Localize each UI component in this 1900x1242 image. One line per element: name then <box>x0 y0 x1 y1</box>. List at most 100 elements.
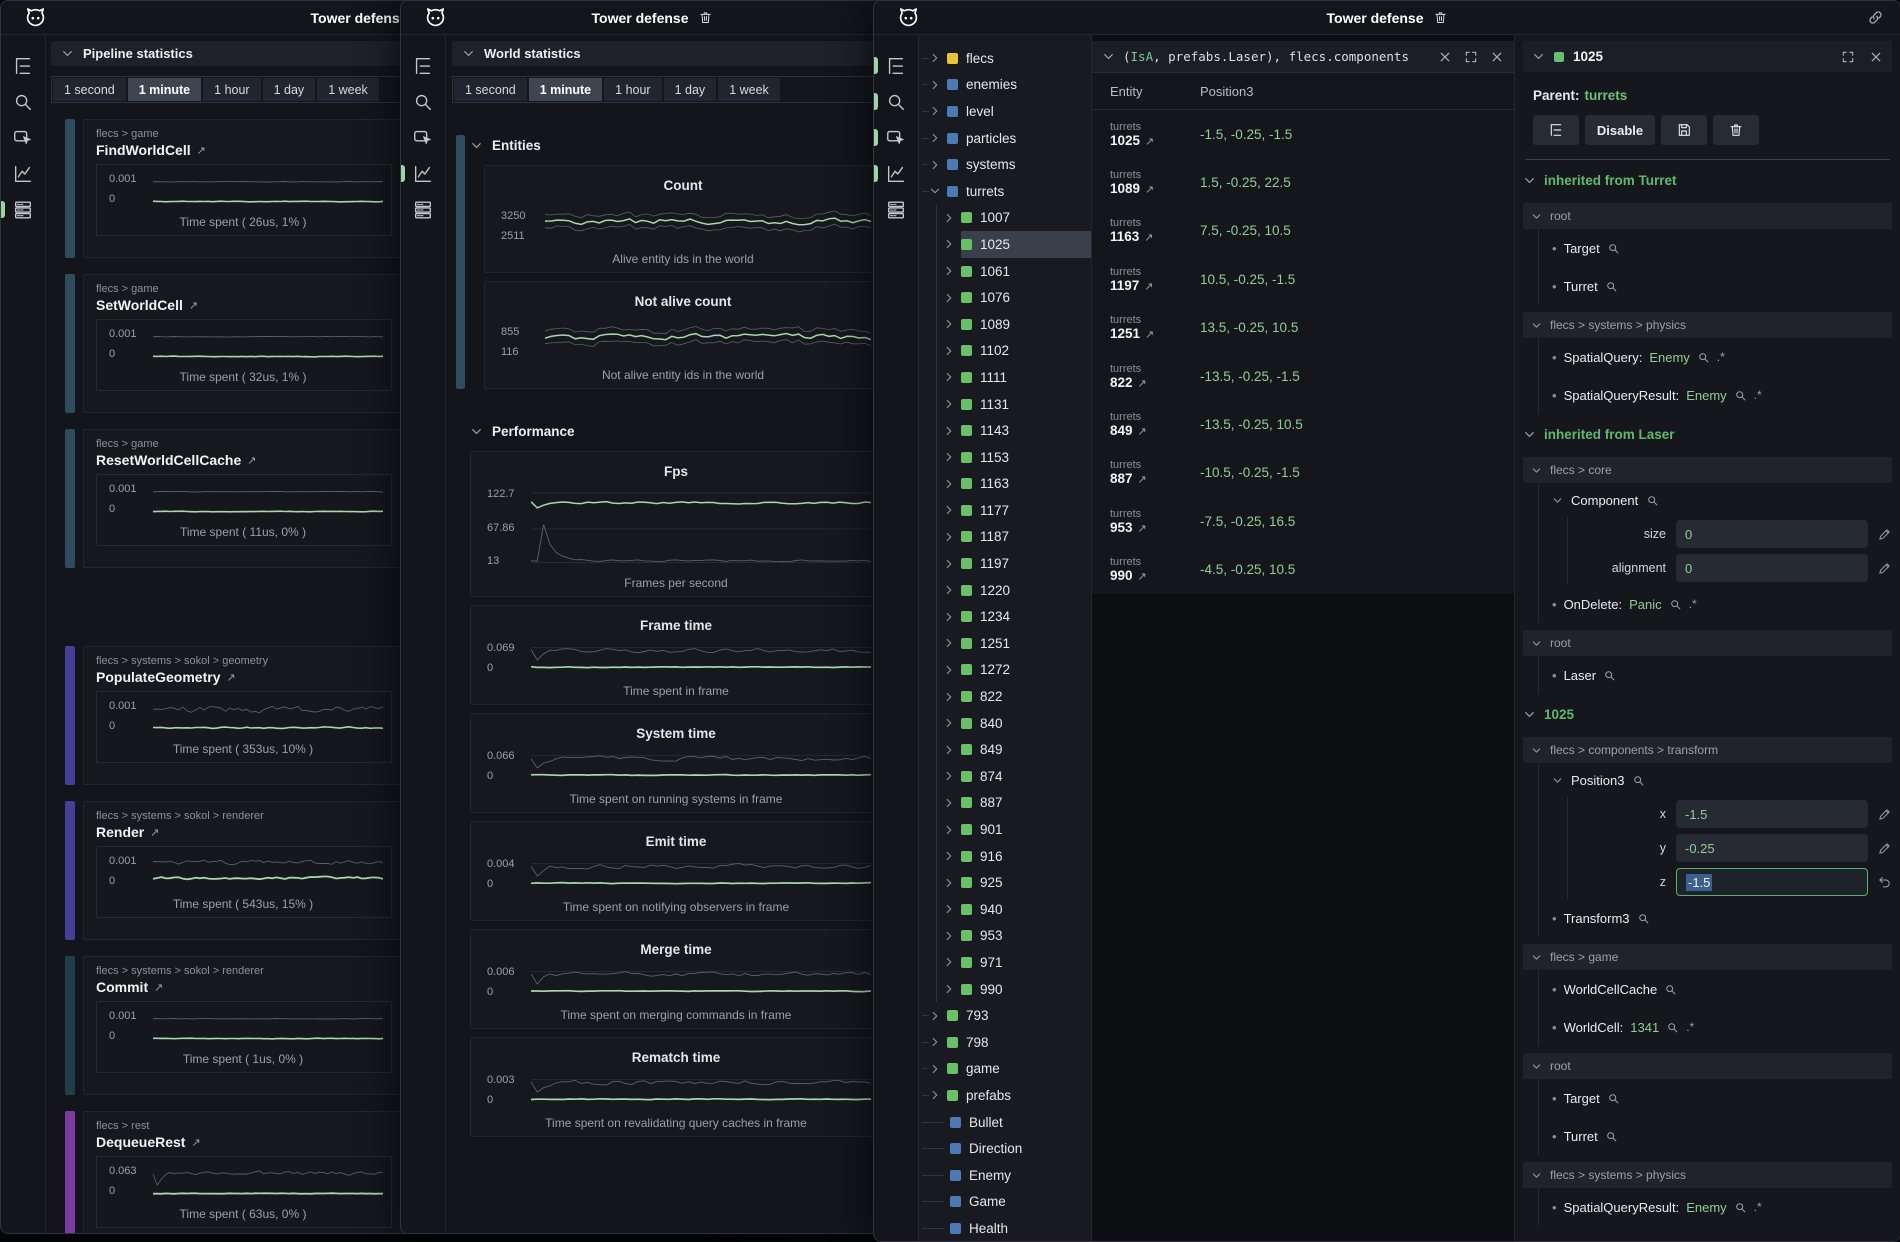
pencil-icon[interactable] <box>1877 561 1892 576</box>
query-result-row[interactable]: turrets990↗-4.5, -0.25, 10.5 <box>1092 546 1514 594</box>
expand-arrow-icon[interactable] <box>929 79 941 91</box>
component-path-bar[interactable]: flecs > systems > physics <box>1523 1162 1892 1188</box>
trash-icon[interactable] <box>1433 10 1448 25</box>
external-link-arrow[interactable]: ↗ <box>154 981 163 994</box>
component-path-bar[interactable]: root <box>1523 630 1892 656</box>
expand-arrow-icon[interactable] <box>929 1063 941 1075</box>
tree-node-1089[interactable]: 1089 <box>919 311 1091 338</box>
field-input-z[interactable]: -1.5 <box>1676 868 1868 896</box>
tree-node-Bullet[interactable]: Bullet <box>919 1109 1091 1136</box>
chevron-down-icon[interactable] <box>1552 495 1563 506</box>
component-item-laser[interactable]: •Laser <box>1552 656 1892 694</box>
pencil-icon[interactable] <box>1877 841 1892 856</box>
chart-icon[interactable] <box>885 163 907 185</box>
stat-card[interactable]: Fps122.767.8613Frames per second <box>470 451 882 597</box>
expand-icon[interactable] <box>1464 50 1478 64</box>
search-icon[interactable] <box>885 91 907 113</box>
tree-node-1177[interactable]: 1177 <box>919 497 1091 524</box>
query-expression[interactable]: (IsA, prefabs.Laser), flecs.components <box>1123 49 1409 64</box>
query-result-row[interactable]: turrets849↗-13.5, -0.25, 10.5 <box>1092 400 1514 448</box>
component-item-target[interactable]: •Target <box>1552 1079 1892 1117</box>
stat-card[interactable]: Rematch time0.0030Time spent on revalida… <box>470 1037 882 1137</box>
magnifier-icon[interactable] <box>1632 774 1645 787</box>
query-icon[interactable] <box>412 127 434 149</box>
query-result-row[interactable]: turrets1197↗10.5, -0.25, -1.5 <box>1092 255 1514 303</box>
component-item-turret[interactable]: •Turret <box>1552 1117 1892 1155</box>
query-result-row[interactable]: turrets887↗-10.5, -0.25, -1.5 <box>1092 449 1514 497</box>
expand-arrow-icon[interactable] <box>943 611 955 623</box>
tree-node-916[interactable]: 916 <box>919 843 1091 870</box>
magnifier-icon[interactable] <box>1607 242 1620 255</box>
tab-1-second[interactable]: 1 second <box>454 78 527 101</box>
component-path-bar[interactable]: flecs > game <box>1523 944 1892 970</box>
magnifier-icon[interactable] <box>1697 351 1710 364</box>
tree-node-840[interactable]: 840 <box>919 710 1091 737</box>
expand-arrow-icon[interactable] <box>943 584 955 596</box>
expand-arrow-icon[interactable] <box>943 292 955 304</box>
magnifier-icon[interactable] <box>1605 280 1618 293</box>
tree-node-Direction[interactable]: Direction <box>919 1135 1091 1162</box>
stat-card[interactable]: Not alive count855116Not alive entity id… <box>484 281 882 389</box>
expand-arrow-icon[interactable] <box>943 504 955 516</box>
expand-arrow-icon[interactable] <box>943 478 955 490</box>
component-path-bar[interactable]: root <box>1523 1053 1892 1079</box>
tree-view-button[interactable] <box>1533 115 1579 145</box>
expand-arrow-icon[interactable] <box>943 691 955 703</box>
chevron-down-icon[interactable] <box>1102 50 1115 63</box>
query-result-row[interactable]: turrets1025↗-1.5, -0.25, -1.5 <box>1092 110 1514 158</box>
item-value-link[interactable]: Enemy <box>1686 388 1726 403</box>
external-link-arrow[interactable]: ↗ <box>1138 570 1147 583</box>
tree-icon[interactable] <box>885 55 907 77</box>
entity-cell[interactable]: turrets953↗ <box>1092 508 1200 535</box>
tree-node-1131[interactable]: 1131 <box>919 391 1091 418</box>
tree-node-1143[interactable]: 1143 <box>919 417 1091 444</box>
tree-node-798[interactable]: 798 <box>919 1029 1091 1056</box>
expand-arrow-icon[interactable] <box>943 930 955 942</box>
stat-card[interactable]: Merge time0.0060Time spent on merging co… <box>470 929 882 1029</box>
expand-arrow-icon[interactable] <box>943 797 955 809</box>
tree-node-1187[interactable]: 1187 <box>919 524 1091 551</box>
titlebar[interactable]: Tower defense <box>874 1 1900 35</box>
component-item-transform3[interactable]: •Transform3 <box>1552 899 1892 937</box>
expand-arrow-icon[interactable] <box>943 956 955 968</box>
expand-arrow-icon[interactable] <box>943 451 955 463</box>
stats-icon[interactable] <box>885 199 907 221</box>
magnifier-icon[interactable] <box>1734 1201 1747 1214</box>
inspector-section-inherited-from-laser[interactable]: inherited from Laser <box>1523 418 1892 450</box>
tree-node-925[interactable]: 925 <box>919 869 1091 896</box>
external-link-arrow[interactable]: ↗ <box>197 144 206 157</box>
item-value-link[interactable]: Enemy <box>1649 350 1689 365</box>
component-item-target[interactable]: •Target <box>1552 229 1892 267</box>
tree-node-1163[interactable]: 1163 <box>919 471 1091 498</box>
tree-node-systems[interactable]: systems <box>919 151 1091 178</box>
magnifier-icon[interactable] <box>1664 983 1677 996</box>
expand-arrow-icon[interactable] <box>943 717 955 729</box>
save-button[interactable] <box>1661 115 1707 145</box>
expand-arrow-icon[interactable] <box>929 1010 941 1022</box>
item-value-link[interactable]: Panic <box>1629 597 1662 612</box>
component-item-ondelete[interactable]: •OnDelete:Panic.* <box>1552 585 1892 623</box>
entity-cell[interactable]: turrets1163↗ <box>1092 217 1200 244</box>
entity-cell[interactable]: turrets1197↗ <box>1092 266 1200 293</box>
external-link-arrow[interactable]: ↗ <box>191 1136 200 1149</box>
external-link-arrow[interactable]: ↗ <box>247 454 256 467</box>
close-icon[interactable] <box>1869 50 1883 64</box>
entity-cell[interactable]: turrets849↗ <box>1092 411 1200 438</box>
external-link-arrow[interactable]: ↗ <box>1138 425 1147 438</box>
disable-button[interactable]: Disable <box>1585 115 1655 145</box>
field-input-alignment[interactable]: 0 <box>1676 554 1868 582</box>
chart-icon[interactable] <box>12 163 34 185</box>
chevron-down-icon[interactable] <box>1552 775 1563 786</box>
collapse-arrow-icon[interactable] <box>929 185 941 197</box>
tab-1-hour[interactable]: 1 hour <box>604 78 661 101</box>
expand-arrow-icon[interactable] <box>943 238 955 250</box>
tree-node-971[interactable]: 971 <box>919 949 1091 976</box>
trash-icon[interactable] <box>698 10 713 25</box>
tab-1-week[interactable]: 1 week <box>718 78 780 101</box>
tree-node-flecs[interactable]: flecs <box>919 45 1091 72</box>
stat-card[interactable]: System time0.0660Time spent on running s… <box>470 713 882 813</box>
external-link-arrow[interactable]: ↗ <box>1145 135 1154 148</box>
tree-node-enemies[interactable]: enemies <box>919 72 1091 99</box>
expand-arrow-icon[interactable] <box>929 1089 941 1101</box>
component-row-component[interactable]: Component <box>1552 483 1892 517</box>
